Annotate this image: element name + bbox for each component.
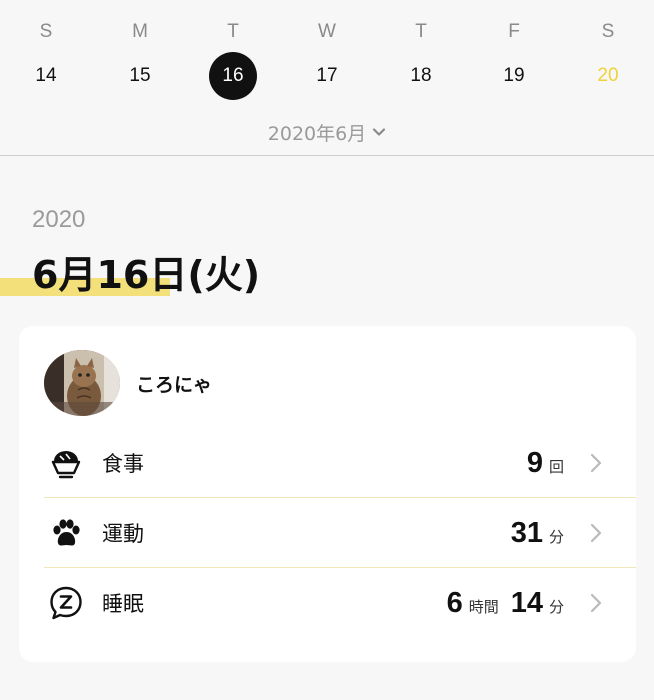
week-calendar-header: S M T W T F S 14 15 16 17 18 19 20 2020年… <box>0 0 654 156</box>
date-cell-selected[interactable]: 16 <box>209 52 257 100</box>
chevron-right-icon <box>590 593 602 613</box>
meal-label: 食事 <box>102 452 144 476</box>
date-cell-thursday[interactable]: 18 <box>397 56 445 96</box>
meal-row[interactable]: 食事 9 回 <box>25 428 617 498</box>
date-cell-wednesday[interactable]: 17 <box>303 56 351 96</box>
sleep-row[interactable]: 睡眠 6 時間 14 分 <box>25 568 617 638</box>
date-cell-saturday[interactable]: 20 <box>584 56 632 96</box>
date-cell-sunday[interactable]: 14 <box>22 56 70 96</box>
dow-wednesday: W <box>318 21 336 42</box>
month-selector[interactable]: 2020年6月 <box>0 116 654 148</box>
page-title: 6月16日(火) <box>32 253 261 297</box>
year-label: 2020 <box>32 206 86 233</box>
date-row: 14 15 16 17 18 19 20 <box>0 52 654 100</box>
exercise-unit: 分 <box>548 527 564 546</box>
day-heading: 2020 6月16日(火) <box>32 206 260 297</box>
meal-unit: 回 <box>548 457 564 476</box>
rice-bowl-icon <box>51 451 81 479</box>
dow-sunday: S <box>39 21 53 42</box>
date-cell-monday[interactable]: 15 <box>116 56 164 96</box>
day-of-week-row: S M T W T F S <box>0 12 654 52</box>
sleep-minutes: 14 <box>510 586 543 619</box>
exercise-row[interactable]: 運動 31 分 <box>25 498 617 568</box>
sleep-bubble-icon <box>50 586 82 620</box>
dow-thursday: T <box>415 21 427 42</box>
dow-saturday: S <box>601 21 615 42</box>
sleep-hours-unit: 時間 <box>468 597 499 616</box>
chevron-right-icon <box>590 523 602 543</box>
sleep-value: 6 時間 14 分 <box>447 587 570 620</box>
chevron-down-icon <box>373 128 386 136</box>
sleep-minutes-unit: 分 <box>548 597 564 616</box>
pet-header[interactable]: ころにゃ <box>44 350 212 416</box>
exercise-value: 31 分 <box>511 517 570 550</box>
dow-friday: F <box>508 21 520 42</box>
meal-count: 9 <box>526 446 543 479</box>
sleep-label: 睡眠 <box>102 592 144 616</box>
exercise-label: 運動 <box>102 522 144 546</box>
meal-value: 9 回 <box>527 447 570 480</box>
exercise-minutes: 31 <box>510 516 543 549</box>
chevron-right-icon <box>590 453 602 473</box>
paw-icon <box>53 519 80 546</box>
dow-tuesday: T <box>227 21 239 42</box>
date-cell-friday[interactable]: 19 <box>490 56 538 96</box>
sleep-hours: 6 <box>446 586 463 619</box>
dow-monday: M <box>132 21 148 42</box>
cat-photo <box>44 350 120 416</box>
month-label: 2020年6月 <box>267 122 367 145</box>
avatar <box>44 350 120 416</box>
pet-name: ころにゃ <box>136 373 213 396</box>
